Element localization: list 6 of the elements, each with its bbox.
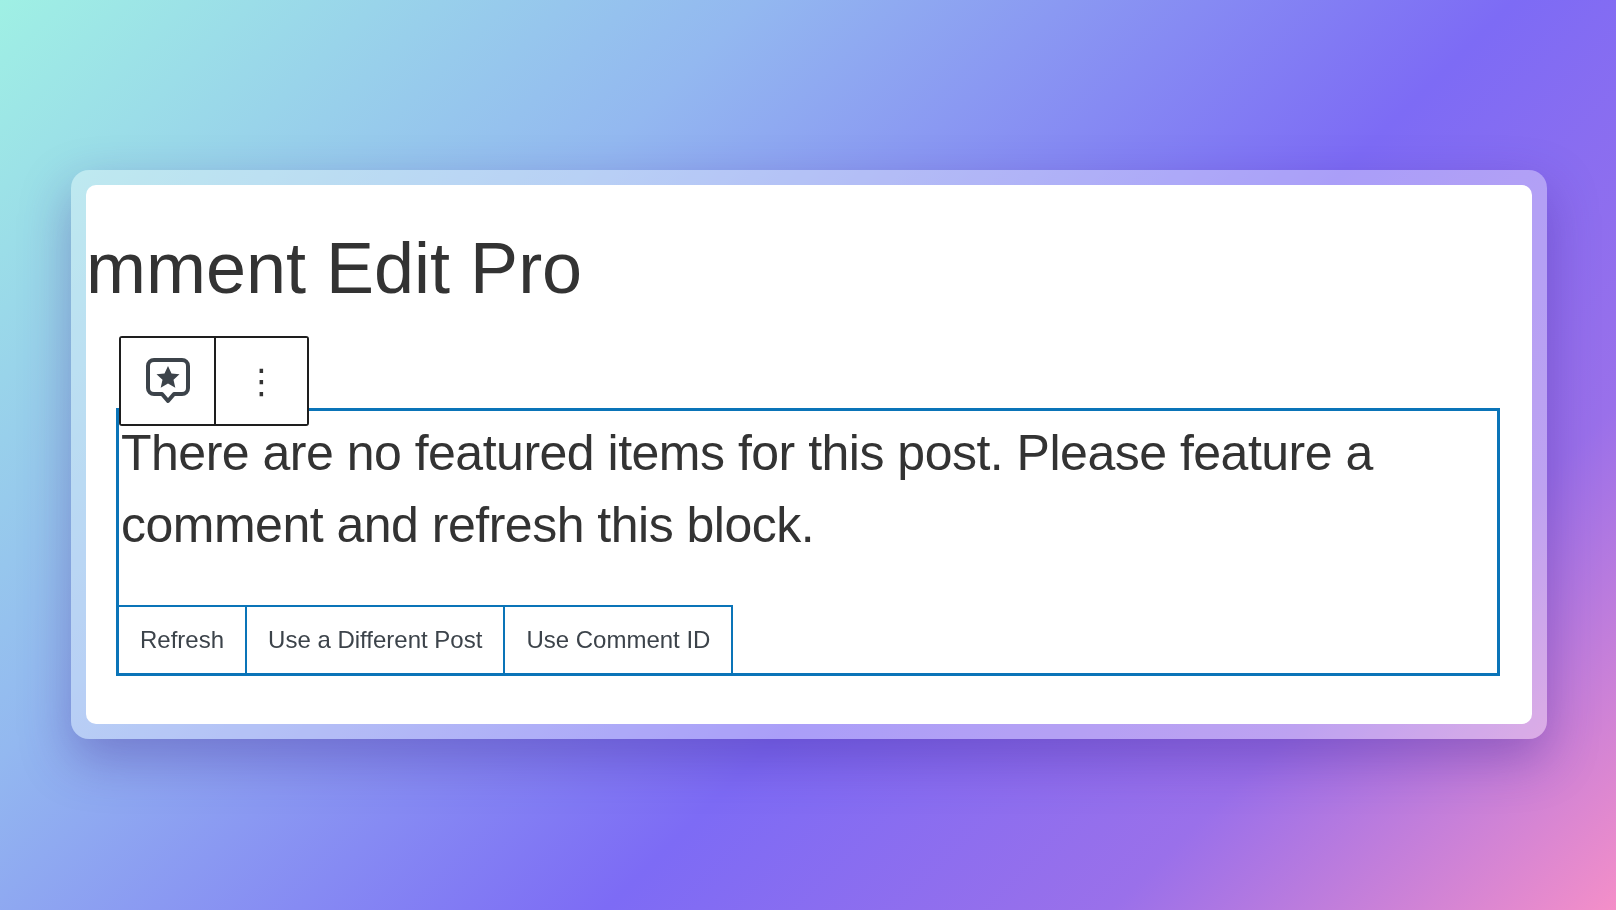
comment-block[interactable]: There are no featured items for this post. Please feature a comment and refresh this block. Refresh Use a Different Post Use Comment ID [116, 408, 1500, 676]
empty-message: There are no featured items for this post. Please feature a comment and refresh this block. [121, 424, 1375, 555]
options-button[interactable]: ⋮ [214, 338, 307, 424]
post-title: mment Edit Pro [86, 227, 584, 310]
star-comment-icon [143, 356, 192, 406]
block-action-button[interactable]: Use Comment ID [503, 605, 734, 673]
